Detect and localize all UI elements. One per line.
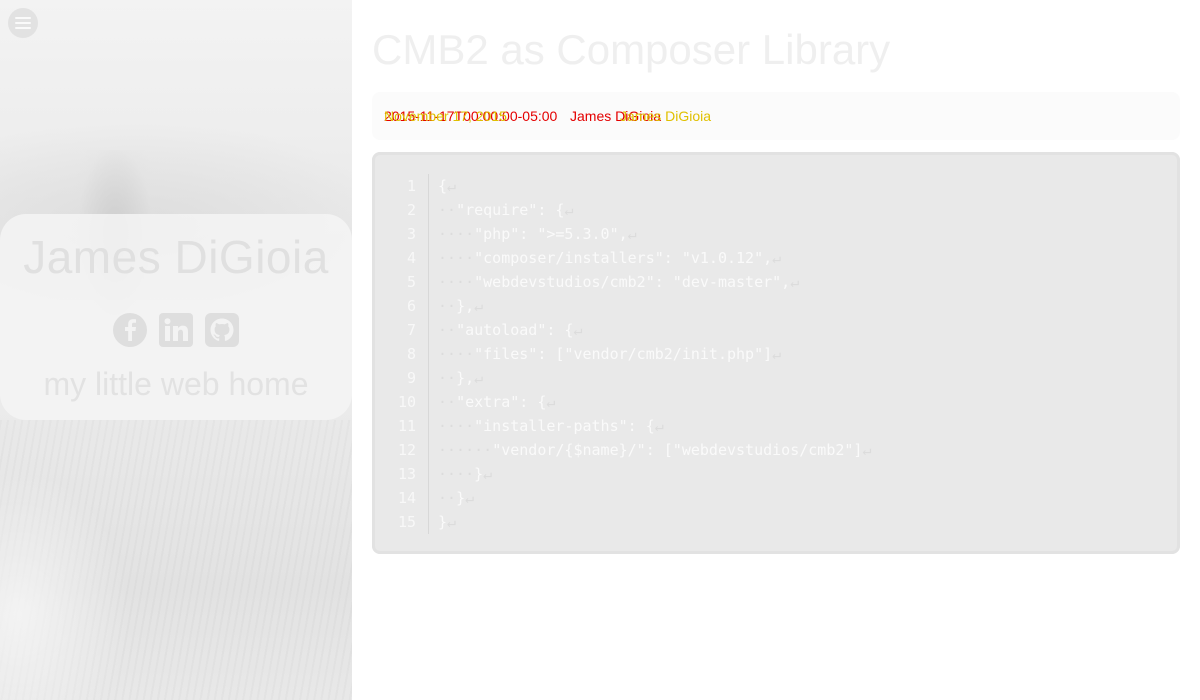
line-end-marker: ↵ [546, 393, 556, 411]
post-meta: 2015-11-17T00:00:00-05:00 November 17, 2… [372, 92, 1180, 140]
main-content: CMB2 as Composer Library 2015-11-17T00:0… [372, 0, 1180, 700]
code-text: }, [456, 369, 475, 387]
code-line: ··"autoload": {↵ [438, 318, 1158, 342]
facebook-link[interactable] [111, 311, 149, 349]
site-tagline: my little web home [43, 366, 309, 402]
line-number: 8 [406, 345, 416, 363]
line-end-marker: ↵ [483, 465, 493, 483]
code-lines: {↵ ··"require": {↵ ····"php": ">=5.3.0",↵ ·… [438, 174, 1158, 534]
code-text: "files": ["vendor/cmb2/init.php"] [474, 345, 773, 363]
line-number: 15 [397, 513, 416, 531]
code-text: "php": ">=5.3.0", [474, 225, 628, 243]
line-number: 10 [397, 393, 416, 411]
line-end-marker: ↵ [573, 321, 583, 339]
line-number: 3 [406, 225, 416, 243]
line-end-marker: ↵ [474, 369, 484, 387]
code-line: }↵ [438, 510, 1158, 534]
code-text: "autoload": { [456, 321, 574, 339]
site-name[interactable]: James DiGioia [0, 230, 352, 284]
linkedin-link[interactable] [157, 311, 195, 349]
code-text: "webdevstudios/cmb2": "dev-master", [474, 273, 791, 291]
line-number: 14 [397, 489, 416, 507]
whitespace-dots: ···· [438, 273, 475, 291]
hero-background-path [0, 470, 130, 700]
whitespace-dots: ···· [438, 249, 475, 267]
code-text: "vendor/{$name}/": ["webdevstudios/cmb2"… [492, 441, 863, 459]
code-block: 1 2 3 4 5 6 7 8 9 10 11 12 13 14 15 {↵ ··"require": {↵ ·… [372, 152, 1180, 554]
code-line: ····"php": ">=5.3.0",↵ [438, 222, 1158, 246]
line-number: 5 [406, 273, 416, 291]
whitespace-dots: ···· [438, 345, 475, 363]
code-line: ··}↵ [438, 486, 1158, 510]
code-line: ····"installer-paths": {↵ [438, 414, 1158, 438]
line-number: 13 [397, 465, 416, 483]
github-link[interactable] [203, 311, 241, 349]
whitespace-dots: ···· [438, 465, 475, 483]
whitespace-dots: ···· [438, 417, 475, 435]
line-end-marker: ↵ [447, 177, 457, 195]
whitespace-dots: ·· [438, 201, 457, 219]
post-meta-date: November 17, 2015 [384, 108, 507, 124]
facebook-icon [113, 313, 147, 347]
code-line: ··"extra": {↵ [438, 390, 1158, 414]
code-text: } [474, 465, 484, 483]
line-number: 12 [397, 441, 416, 459]
code-text: }, [456, 297, 475, 315]
code-text: "extra": { [456, 393, 547, 411]
linkedin-icon [159, 313, 193, 347]
code-line: ··},↵ [438, 366, 1158, 390]
code-line: ··"require": {↵ [438, 198, 1158, 222]
line-end-marker: ↵ [474, 297, 484, 315]
line-number: 9 [406, 369, 416, 387]
code-line: ······"vendor/{$name}/": ["webdevstudios… [438, 438, 1158, 462]
line-end-marker: ↵ [862, 441, 872, 459]
line-end-marker: ↵ [772, 345, 782, 363]
line-number: 4 [406, 249, 416, 267]
whitespace-dots: ·· [438, 321, 457, 339]
code-text: "composer/installers": "v1.0.12", [474, 249, 773, 267]
code-text: } [456, 489, 466, 507]
whitespace-dots: ·· [438, 297, 457, 315]
code-text: "installer-paths": { [474, 417, 655, 435]
profile-card: James DiGioia my little web home [0, 214, 352, 420]
post-meta-author-alt: James DiGioia [620, 108, 712, 124]
code-line: ····"composer/installers": "v1.0.12",↵ [438, 246, 1158, 270]
line-end-marker: ↵ [627, 225, 637, 243]
code-line: ··},↵ [438, 294, 1158, 318]
whitespace-dots: ···· [438, 225, 475, 243]
whitespace-dots: ·· [438, 489, 457, 507]
post-title: CMB2 as Composer Library [372, 26, 891, 73]
line-number: 2 [406, 201, 416, 219]
whitespace-dots: ·· [438, 369, 457, 387]
line-number: 11 [397, 417, 416, 435]
line-end-marker: ↵ [447, 513, 457, 531]
menu-button[interactable] [8, 8, 38, 38]
code-line: ····}↵ [438, 462, 1158, 486]
github-icon [205, 313, 239, 347]
whitespace-dots: ······ [438, 441, 493, 459]
code-line: ····"webdevstudios/cmb2": "dev-master",↵ [438, 270, 1158, 294]
line-number: 7 [406, 321, 416, 339]
code-text: } [438, 513, 448, 531]
line-end-marker: ↵ [564, 201, 574, 219]
social-links [0, 311, 352, 349]
line-end-marker: ↵ [772, 249, 782, 267]
hamburger-icon [15, 17, 31, 29]
whitespace-dots: ·· [438, 393, 457, 411]
code-line: {↵ [438, 174, 1158, 198]
line-number: 1 [406, 177, 416, 195]
code-line: ····"files": ["vendor/cmb2/init.php"]↵ [438, 342, 1158, 366]
hero-panel: James DiGioia my little web home [0, 0, 352, 700]
line-end-marker: ↵ [654, 417, 664, 435]
code-text: "require": { [456, 201, 565, 219]
line-end-marker: ↵ [790, 273, 800, 291]
code-text: { [438, 177, 448, 195]
line-number-gutter: 1 2 3 4 5 6 7 8 9 10 11 12 13 14 15 [388, 174, 429, 534]
line-number: 6 [406, 297, 416, 315]
line-end-marker: ↵ [465, 489, 475, 507]
